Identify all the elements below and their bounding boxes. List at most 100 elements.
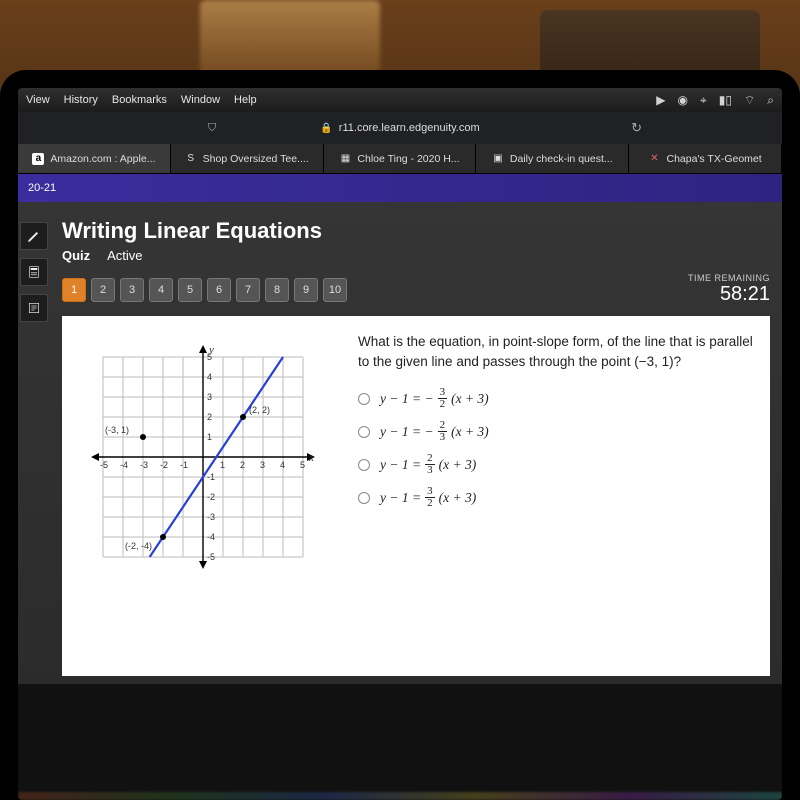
menu-view[interactable]: View <box>26 94 50 106</box>
question-panel: -5-4-3-2-112345-5-4-3-2-112345xy(-3, 1)(… <box>62 316 770 676</box>
dock-hint <box>18 792 782 800</box>
tab-amazon[interactable]: a Amazon.com : Apple... <box>18 144 171 173</box>
answer-option-4[interactable]: y − 1 = 32(x + 3) <box>358 486 754 509</box>
tab-label: Shop Oversized Tee.... <box>203 153 309 165</box>
svg-text:-5: -5 <box>207 552 215 562</box>
radio-icon <box>358 393 370 405</box>
answer-option-1[interactable]: y − 1 = −32(x + 3) <box>358 387 754 410</box>
question-nav-4[interactable]: 4 <box>149 278 173 302</box>
timer-value: 58:21 <box>688 283 770 306</box>
radio-icon <box>358 459 370 471</box>
forms-favicon-icon: ▣ <box>492 153 504 165</box>
question-nav-8[interactable]: 8 <box>265 278 289 302</box>
svg-text:-1: -1 <box>207 472 215 482</box>
question-nav-3[interactable]: 3 <box>120 278 144 302</box>
youtube-favicon-icon: ▦ <box>339 153 351 165</box>
shop-favicon-icon: S <box>185 153 197 165</box>
svg-text:(-3, 1): (-3, 1) <box>105 425 129 435</box>
question-prompt: What is the equation, in point-slope for… <box>358 332 754 371</box>
lesson-type: Quiz <box>62 248 90 263</box>
play-icon[interactable]: ▶ <box>656 93 665 107</box>
svg-text:x: x <box>308 452 314 464</box>
svg-text:-5: -5 <box>100 460 108 470</box>
svg-text:(-2, -4): (-2, -4) <box>125 541 152 551</box>
svg-text:2: 2 <box>240 460 245 470</box>
question-nav-5[interactable]: 5 <box>178 278 202 302</box>
option-math: y − 1 = 23(x + 3) <box>380 453 476 476</box>
menu-history[interactable]: History <box>64 94 98 106</box>
menu-window[interactable]: Window <box>181 94 220 106</box>
mac-menubar: View History Bookmarks Window Help ▶ ◉ ⌖… <box>18 88 782 112</box>
question-nav-6[interactable]: 6 <box>207 278 231 302</box>
radio-icon <box>358 492 370 504</box>
svg-text:-4: -4 <box>120 460 128 470</box>
laptop-frame: View History Bookmarks Window Help ▶ ◉ ⌖… <box>0 70 800 800</box>
answer-option-3[interactable]: y − 1 = 23(x + 3) <box>358 453 754 476</box>
lesson-status: Active <box>107 248 142 263</box>
radio-icon <box>358 426 370 438</box>
address-bar[interactable]: 🔒 r11.core.learn.edgenuity.com <box>320 122 479 134</box>
svg-text:(2, 2): (2, 2) <box>249 405 270 415</box>
question-nav-7[interactable]: 7 <box>236 278 260 302</box>
svg-text:-3: -3 <box>140 460 148 470</box>
tab-shop[interactable]: S Shop Oversized Tee.... <box>171 144 324 173</box>
menu-help[interactable]: Help <box>234 94 257 106</box>
svg-text:-3: -3 <box>207 512 215 522</box>
amazon-favicon-icon: a <box>32 153 44 165</box>
svg-text:y: y <box>208 344 214 356</box>
tab-label: Chapa's TX-Geomet <box>666 153 761 165</box>
svg-text:-4: -4 <box>207 532 215 542</box>
tab-chloe[interactable]: ▦ Chloe Ting - 2020 H... <box>324 144 477 173</box>
svg-text:3: 3 <box>207 392 212 402</box>
option-math: y − 1 = −23(x + 3) <box>380 420 489 443</box>
svg-text:-1: -1 <box>180 460 188 470</box>
course-bar: 20-21 <box>18 174 782 202</box>
svg-text:3: 3 <box>260 460 265 470</box>
svg-text:4: 4 <box>280 460 285 470</box>
option-math: y − 1 = 32(x + 3) <box>380 486 476 509</box>
question-nav-row: 12345678910 TIME REMAINING 58:21 <box>62 273 770 306</box>
wifi-icon[interactable]: ⌔ <box>744 93 755 108</box>
svg-text:4: 4 <box>207 372 212 382</box>
tab-strip: a Amazon.com : Apple... S Shop Oversized… <box>18 144 782 174</box>
pencil-tool-icon[interactable] <box>20 222 48 250</box>
option-math: y − 1 = −32(x + 3) <box>380 387 489 410</box>
question-nav-2[interactable]: 2 <box>91 278 115 302</box>
bluetooth-icon[interactable]: ⌖ <box>700 93 707 108</box>
record-icon[interactable]: ◉ <box>678 93 688 107</box>
answer-option-2[interactable]: y − 1 = −23(x + 3) <box>358 420 754 443</box>
question-nav-1[interactable]: 1 <box>62 278 86 302</box>
svg-text:-2: -2 <box>207 492 215 502</box>
close-tab-icon: ✕ <box>648 153 660 165</box>
svg-text:1: 1 <box>207 432 212 442</box>
side-toolbar <box>20 222 54 322</box>
svg-text:2: 2 <box>207 412 212 422</box>
svg-text:5: 5 <box>300 460 305 470</box>
lock-icon: 🔒 <box>320 123 332 134</box>
calculator-tool-icon[interactable] <box>20 258 48 286</box>
tab-daily[interactable]: ▣ Daily check-in quest... <box>476 144 629 173</box>
screen: View History Bookmarks Window Help ▶ ◉ ⌖… <box>18 88 782 800</box>
timer-label: TIME REMAINING <box>688 273 770 283</box>
tab-label: Chloe Ting - 2020 H... <box>357 153 459 165</box>
lesson-title: Writing Linear Equations <box>62 218 770 244</box>
reference-tool-icon[interactable] <box>20 294 48 322</box>
reload-icon[interactable]: ↻ <box>631 120 642 136</box>
shield-icon[interactable]: ⛉ <box>208 122 216 135</box>
svg-text:1: 1 <box>220 460 225 470</box>
tab-label: Amazon.com : Apple... <box>50 153 155 165</box>
coordinate-graph: -5-4-3-2-112345-5-4-3-2-112345xy(-3, 1)(… <box>78 332 328 582</box>
course-name: 20-21 <box>28 182 56 194</box>
graph-column: -5-4-3-2-112345-5-4-3-2-112345xy(-3, 1)(… <box>78 332 338 660</box>
menu-bookmarks[interactable]: Bookmarks <box>112 94 167 106</box>
browser-toolbar: ⛉ 🔒 r11.core.learn.edgenuity.com ↻ <box>18 112 782 144</box>
question-nav-9[interactable]: 9 <box>294 278 318 302</box>
lesson-content: Writing Linear Equations Quiz Active 123… <box>18 202 782 684</box>
spotlight-search-icon[interactable]: ⌕ <box>767 93 774 108</box>
svg-text:-2: -2 <box>160 460 168 470</box>
tab-label: Daily check-in quest... <box>510 153 613 165</box>
url-text: r11.core.learn.edgenuity.com <box>339 122 480 134</box>
tab-chapa[interactable]: ✕ Chapa's TX-Geomet <box>629 144 782 173</box>
battery-icon[interactable]: ▮▯ <box>719 93 732 107</box>
question-nav-10[interactable]: 10 <box>323 278 347 302</box>
